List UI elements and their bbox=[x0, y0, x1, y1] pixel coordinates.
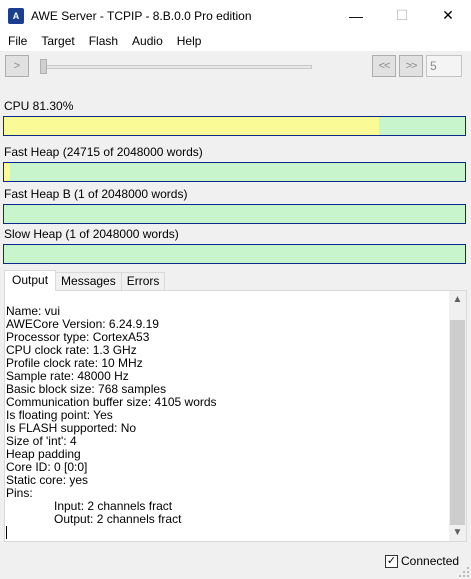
toolbar: > << >> 5 bbox=[0, 51, 471, 83]
vertical-scrollbar[interactable]: ▲ ▼ bbox=[449, 291, 466, 541]
connected-label: Connected bbox=[401, 554, 460, 568]
menu-bar: File Target Flash Audio Help bbox=[0, 31, 471, 51]
next-button[interactable]: >> bbox=[399, 55, 423, 77]
fast-heap-b-label: Fast Heap B (1 of 2048000 words) bbox=[4, 187, 188, 201]
window-controls: — ☐ ✕ bbox=[333, 0, 471, 31]
fast-heap-meter-fill bbox=[4, 163, 10, 181]
slow-heap-label: Slow Heap (1 of 2048000 words) bbox=[4, 227, 179, 241]
app-icon: A bbox=[8, 7, 24, 24]
maximize-button[interactable]: ☐ bbox=[379, 0, 425, 31]
frame-count-input[interactable]: 5 bbox=[426, 55, 462, 77]
menu-help[interactable]: Help bbox=[171, 31, 208, 51]
output-log: Name: vui AWECore Version: 6.24.9.19 Proce… bbox=[6, 305, 446, 526]
position-slider-track[interactable] bbox=[40, 65, 312, 69]
status-bar: ✓ Connected bbox=[0, 549, 471, 579]
output-line: Output: 2 channels fract bbox=[54, 512, 182, 526]
output-panel[interactable]: Name: vui AWECore Version: 6.24.9.19 Proce… bbox=[4, 290, 467, 542]
resize-grip-icon[interactable] bbox=[459, 567, 469, 577]
connected-checkbox[interactable]: ✓ bbox=[385, 555, 398, 568]
tab-output[interactable]: Output bbox=[4, 270, 57, 291]
menu-audio[interactable]: Audio bbox=[126, 31, 169, 51]
scroll-down-icon[interactable]: ▼ bbox=[449, 524, 466, 541]
scroll-up-icon[interactable]: ▲ bbox=[449, 291, 466, 308]
menu-file[interactable]: File bbox=[2, 31, 33, 51]
scrollbar-thumb[interactable] bbox=[450, 320, 465, 525]
position-slider-thumb[interactable] bbox=[40, 59, 47, 74]
fast-heap-label: Fast Heap (24715 of 2048000 words) bbox=[4, 145, 203, 159]
minimize-button[interactable]: — bbox=[333, 0, 379, 31]
fast-heap-b-meter bbox=[3, 204, 466, 224]
previous-button[interactable]: << bbox=[372, 55, 396, 77]
title-bar: A AWE Server - TCPIP - 8.B.0.0 Pro editi… bbox=[0, 0, 471, 31]
output-line: Static core: yes bbox=[6, 473, 89, 487]
close-button[interactable]: ✕ bbox=[425, 0, 471, 31]
slow-heap-meter bbox=[3, 244, 466, 264]
cpu-meter bbox=[3, 116, 466, 136]
menu-target[interactable]: Target bbox=[35, 31, 80, 51]
output-tabs: Output Messages Errors bbox=[4, 270, 166, 291]
tab-messages[interactable]: Messages bbox=[55, 272, 122, 290]
fast-heap-meter bbox=[3, 162, 466, 182]
cpu-meter-fill bbox=[4, 117, 379, 135]
text-caret bbox=[6, 526, 7, 539]
tab-errors[interactable]: Errors bbox=[120, 272, 166, 290]
window-title: AWE Server - TCPIP - 8.B.0.0 Pro edition bbox=[31, 8, 252, 23]
play-button[interactable]: > bbox=[5, 55, 29, 77]
menu-flash[interactable]: Flash bbox=[83, 31, 124, 51]
cpu-meter-label: CPU 81.30% bbox=[4, 99, 74, 113]
